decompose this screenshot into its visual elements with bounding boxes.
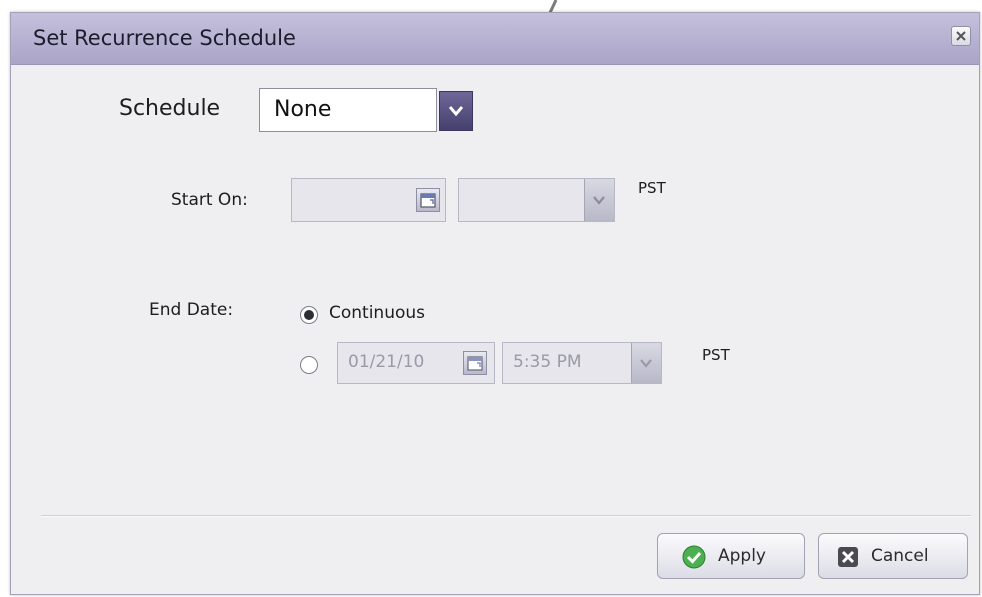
end-date-calendar-button[interactable] — [463, 351, 487, 375]
schedule-select[interactable]: None — [259, 88, 473, 132]
end-time-select[interactable]: 5:35 PM — [502, 342, 662, 384]
chevron-down-icon — [449, 106, 463, 117]
start-time-dropdown-button[interactable] — [584, 179, 614, 221]
cancel-button[interactable]: Cancel — [818, 533, 968, 579]
calendar-icon — [467, 356, 483, 371]
continuous-radio[interactable] — [300, 306, 318, 324]
start-date-calendar-button[interactable] — [416, 188, 440, 212]
continuous-label: Continuous — [329, 303, 426, 323]
end-date-radio[interactable] — [300, 356, 318, 374]
end-date-label: End Date: — [149, 300, 234, 320]
dialog-title: Set Recurrence Schedule — [33, 26, 296, 50]
close-button[interactable] — [951, 26, 971, 46]
chevron-down-icon — [640, 359, 652, 368]
cancel-label: Cancel — [871, 546, 929, 566]
start-on-label: Start On: — [171, 190, 248, 210]
calendar-icon — [420, 193, 436, 208]
cancel-icon — [838, 547, 858, 567]
start-date-field[interactable] — [291, 178, 446, 222]
close-icon — [956, 31, 966, 41]
apply-label: Apply — [718, 546, 766, 566]
end-time-value: 5:35 PM — [513, 352, 582, 372]
schedule-value[interactable]: None — [259, 88, 437, 132]
dialog-titlebar: Set Recurrence Schedule — [11, 13, 979, 65]
end-time-dropdown-button[interactable] — [631, 343, 661, 383]
end-date-value: 01/21/10 — [348, 352, 425, 372]
chevron-down-icon — [593, 196, 605, 205]
apply-button[interactable]: Apply — [657, 533, 805, 579]
end-date-field[interactable]: 01/21/10 — [337, 342, 495, 384]
recurrence-dialog: Set Recurrence Schedule Schedule None St… — [10, 12, 980, 595]
schedule-label: Schedule — [119, 96, 221, 121]
end-timezone-label: PST — [702, 346, 730, 364]
start-time-select[interactable] — [458, 178, 615, 222]
schedule-dropdown-button[interactable] — [439, 91, 473, 131]
check-circle-icon — [682, 545, 706, 569]
footer-divider — [41, 515, 971, 517]
start-timezone-label: PST — [638, 179, 666, 197]
